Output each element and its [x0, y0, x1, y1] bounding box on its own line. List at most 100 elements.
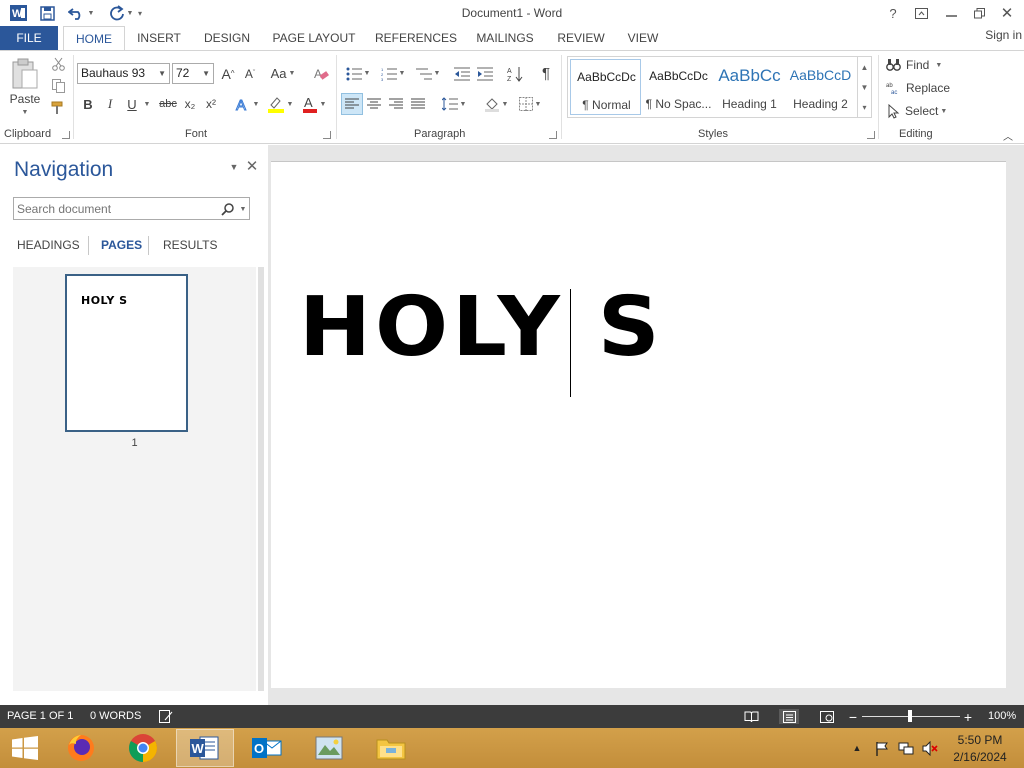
zoom-out-icon[interactable]: − — [848, 709, 858, 725]
document-page[interactable]: HOLY S — [271, 161, 1006, 688]
web-layout-icon[interactable] — [818, 709, 836, 724]
tab-review[interactable]: REVIEW — [552, 26, 610, 50]
underline-dropdown-icon[interactable]: ▼ — [142, 94, 152, 114]
tab-mailings[interactable]: MAILINGS — [470, 26, 540, 50]
restore-icon[interactable] — [968, 3, 990, 23]
find-button[interactable]: Find ▼ — [886, 56, 950, 74]
gallery-scroll-up-icon[interactable]: ▲ — [857, 57, 871, 77]
chrome-taskbar-icon[interactable] — [114, 729, 172, 767]
word-count[interactable]: 0 WORDS — [90, 710, 141, 722]
superscript-button[interactable]: x² — [202, 94, 220, 114]
borders-icon[interactable]: ▼ — [514, 93, 546, 115]
tab-page-layout[interactable]: PAGE LAYOUT — [268, 26, 360, 50]
zoom-level[interactable]: 100% — [988, 710, 1016, 722]
style-heading-1[interactable]: AaBbCc Heading 1 — [714, 59, 785, 115]
search-options-icon[interactable]: ▼ — [238, 203, 248, 215]
text-effects-icon[interactable]: A ▼ — [232, 94, 262, 114]
tab-references[interactable]: REFERENCES — [372, 26, 460, 50]
tab-design[interactable]: DESIGN — [198, 26, 256, 50]
paste-icon[interactable] — [8, 57, 42, 91]
word-taskbar-icon[interactable]: W — [176, 729, 234, 767]
strikethrough-button[interactable]: abc — [157, 94, 179, 114]
change-case-button[interactable]: Aa ▼ — [268, 63, 298, 84]
grow-font-icon[interactable]: A ^ — [218, 63, 238, 84]
pane-scrollbar[interactable] — [258, 267, 264, 691]
paste-dropdown-icon[interactable]: ▼ — [18, 107, 32, 117]
start-button[interactable] — [0, 729, 50, 767]
cut-icon[interactable] — [50, 56, 66, 72]
minimize-icon[interactable] — [940, 3, 962, 23]
show-hidden-icons-icon[interactable]: ▲ — [851, 740, 863, 756]
clock-date[interactable]: 2/16/2024 — [944, 750, 1016, 764]
font-color-icon[interactable]: A ▼ — [298, 94, 330, 114]
zoom-slider-thumb[interactable] — [908, 710, 912, 722]
select-button[interactable]: Select ▼ — [886, 102, 950, 120]
document-text[interactable]: HOLY S — [299, 282, 664, 373]
gallery-scroll-down-icon[interactable]: ▼ — [857, 77, 871, 97]
gallery-more-icon[interactable]: ▾ — [857, 97, 871, 117]
ribbon-display-options-icon[interactable] — [910, 3, 932, 23]
align-right-icon[interactable] — [386, 93, 406, 115]
show-formatting-marks-icon[interactable]: ¶ — [537, 63, 555, 84]
format-painter-icon[interactable] — [50, 100, 66, 116]
justify-icon[interactable] — [408, 93, 428, 115]
search-icon[interactable] — [219, 201, 235, 217]
style-heading-2[interactable]: AaBbCcD Heading 2 — [785, 59, 856, 115]
print-layout-icon[interactable] — [779, 709, 799, 724]
multilevel-list-icon[interactable]: ▼ — [412, 63, 444, 84]
line-spacing-icon[interactable]: ▼ — [438, 93, 470, 115]
help-icon[interactable]: ? — [882, 3, 904, 23]
outlook-taskbar-icon[interactable]: O — [238, 729, 296, 767]
bullets-icon[interactable]: ▼ — [342, 63, 374, 84]
decrease-indent-icon[interactable] — [452, 63, 472, 84]
task-pane-options-icon[interactable]: ▼ — [228, 160, 240, 174]
nav-tab-pages[interactable]: PAGES — [101, 238, 142, 252]
italic-button[interactable]: I — [102, 94, 118, 114]
tab-file[interactable]: FILE — [0, 26, 58, 50]
clock-time[interactable]: 5:50 PM — [944, 733, 1016, 747]
underline-button[interactable]: U — [124, 94, 140, 114]
collapse-ribbon-icon[interactable]: ︿ — [1000, 129, 1016, 143]
proofing-icon[interactable] — [158, 709, 174, 724]
sign-in-link[interactable]: Sign in — [985, 28, 1022, 42]
paragraph-launcher-icon[interactable] — [549, 131, 557, 139]
firefox-taskbar-icon[interactable] — [52, 729, 110, 767]
close-icon[interactable]: ✕ — [996, 3, 1018, 23]
font-family-select[interactable]: Bauhaus 93 ▼ — [77, 63, 170, 84]
clear-formatting-icon[interactable]: A — [310, 63, 332, 84]
numbering-icon[interactable]: 1 2 3 ▼ — [377, 63, 409, 84]
action-center-flag-icon[interactable] — [873, 740, 891, 756]
nav-tab-headings[interactable]: HEADINGS — [17, 238, 80, 252]
font-size-select[interactable]: 72 ▼ — [172, 63, 214, 84]
zoom-in-icon[interactable]: + — [963, 709, 973, 725]
tab-home[interactable]: HOME — [63, 26, 125, 51]
photos-taskbar-icon[interactable] — [300, 729, 358, 767]
align-center-icon[interactable] — [364, 93, 384, 115]
copy-icon[interactable] — [50, 78, 66, 94]
read-mode-icon[interactable] — [742, 709, 760, 724]
subscript-button[interactable]: x₂ — [181, 94, 199, 114]
replace-button[interactable]: ab ac Replace — [886, 79, 956, 97]
style-normal[interactable]: AaBbCcDc ¶ Normal — [570, 59, 641, 115]
close-pane-icon[interactable]: ✕ — [244, 158, 260, 175]
file-explorer-taskbar-icon[interactable] — [362, 729, 420, 767]
highlight-color-icon[interactable]: ▼ — [264, 94, 296, 114]
align-left-icon[interactable] — [341, 93, 363, 115]
bold-button[interactable]: B — [80, 94, 96, 114]
page-thumbnail[interactable]: HOLY S — [65, 274, 188, 432]
tab-insert[interactable]: INSERT — [132, 26, 186, 50]
paste-button[interactable]: Paste — [8, 92, 42, 106]
tab-view[interactable]: VIEW — [620, 26, 666, 50]
styles-launcher-icon[interactable] — [867, 131, 875, 139]
shrink-font-icon[interactable]: Aˇ — [240, 63, 260, 84]
network-icon[interactable] — [897, 740, 915, 756]
increase-indent-icon[interactable] — [475, 63, 495, 84]
shading-icon[interactable]: ▼ — [480, 93, 512, 115]
volume-muted-icon[interactable] — [921, 740, 939, 756]
page-count[interactable]: PAGE 1 OF 1 — [7, 710, 73, 722]
font-launcher-icon[interactable] — [323, 131, 331, 139]
sort-icon[interactable]: AZ — [505, 63, 525, 84]
style-no-spacing[interactable]: AaBbCcDc ¶ No Spac... — [643, 59, 714, 115]
clipboard-launcher-icon[interactable] — [62, 131, 70, 139]
nav-tab-results[interactable]: RESULTS — [163, 238, 217, 252]
